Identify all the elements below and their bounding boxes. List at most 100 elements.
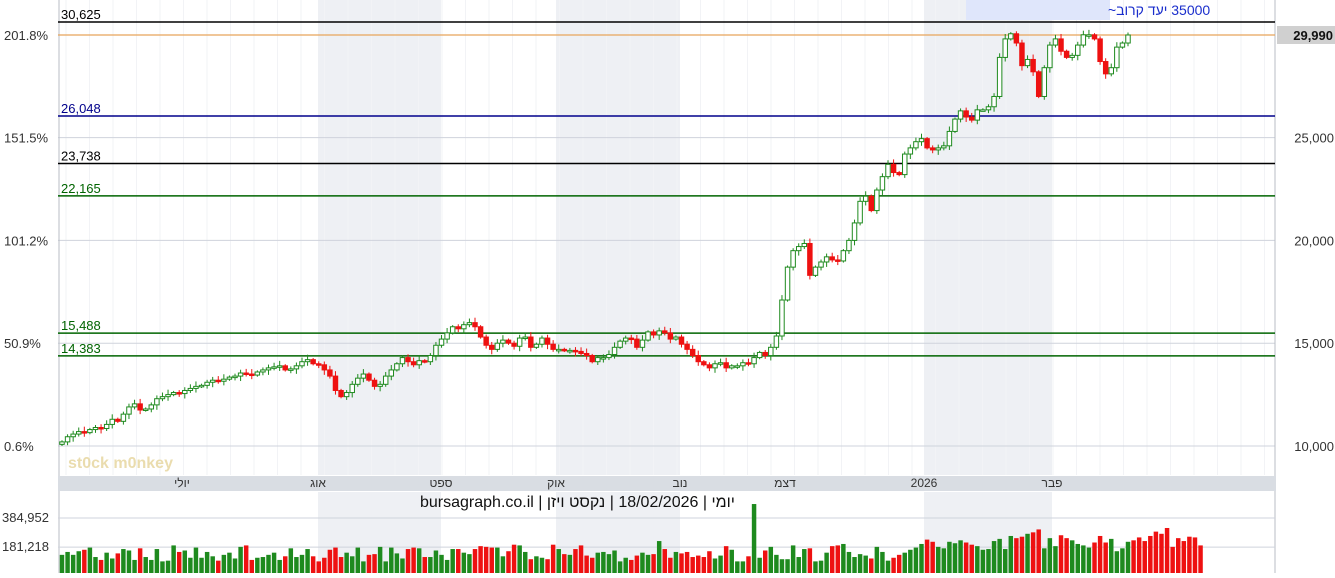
candle-body xyxy=(712,363,718,369)
volume-bar xyxy=(656,541,662,573)
candle-body xyxy=(1030,58,1036,73)
volume-bar xyxy=(506,551,511,573)
volume-bar xyxy=(562,554,567,573)
candle-body xyxy=(1013,33,1020,44)
candle-body xyxy=(165,394,171,398)
candle-body xyxy=(489,344,495,350)
candle-body xyxy=(924,138,930,149)
candle-body xyxy=(801,242,808,248)
volume-bar xyxy=(947,541,952,573)
volume-bar xyxy=(1058,535,1064,573)
candle-body xyxy=(92,426,99,431)
volume-bar xyxy=(283,556,288,573)
volume-bar xyxy=(389,547,394,573)
candle-body xyxy=(120,413,127,422)
candle-body xyxy=(343,392,350,398)
volume-bar xyxy=(1148,535,1153,573)
volume-bar xyxy=(846,551,852,573)
volume-bar xyxy=(908,549,913,573)
candle-body xyxy=(890,163,897,174)
volume-bar xyxy=(790,545,796,573)
volume-bar xyxy=(271,552,277,573)
volume-bar xyxy=(1097,535,1103,573)
candle-body xyxy=(59,441,65,445)
volume-bar xyxy=(796,557,801,573)
candle-body xyxy=(444,332,450,340)
candle-body xyxy=(985,106,992,111)
volume-bar xyxy=(310,556,316,573)
candle-body xyxy=(784,266,791,301)
volume-bar xyxy=(355,547,361,573)
candle-body xyxy=(611,346,618,356)
candle-body xyxy=(779,299,785,337)
candle-body xyxy=(511,342,517,347)
volume-bar xyxy=(740,561,746,573)
candle-body xyxy=(790,250,796,268)
candle-body xyxy=(645,331,651,341)
candle-body xyxy=(656,330,662,336)
candle-body xyxy=(405,357,411,363)
candle-body xyxy=(109,418,115,425)
candle-body xyxy=(857,200,863,224)
candle-body xyxy=(193,385,199,389)
candle-body xyxy=(382,375,389,385)
candle-body xyxy=(494,342,501,350)
candle-body xyxy=(773,335,780,348)
candle-body xyxy=(455,326,461,330)
candle-body xyxy=(689,348,696,357)
volume-bar xyxy=(1131,540,1136,573)
candle-body xyxy=(723,362,729,369)
candle-body xyxy=(996,56,1003,97)
candle-body xyxy=(533,343,540,348)
candle-body xyxy=(622,337,629,342)
target-note-box xyxy=(966,0,1110,20)
volume-bar xyxy=(277,559,282,573)
candle-body xyxy=(868,195,874,212)
candle-body xyxy=(70,433,76,438)
volume-bar xyxy=(383,561,388,573)
volume-bar xyxy=(1053,546,1058,573)
candle-body xyxy=(695,355,701,363)
candle-body xyxy=(466,322,473,326)
volume-bar xyxy=(545,559,550,573)
candle-body xyxy=(879,176,886,191)
volume-bar xyxy=(980,549,986,573)
volume-bar xyxy=(539,557,545,573)
candle-body xyxy=(81,431,88,434)
candle-body xyxy=(840,250,847,262)
candle-body xyxy=(756,351,763,359)
volume-bar xyxy=(65,551,70,573)
volume-bar xyxy=(1086,547,1092,573)
volume-bar xyxy=(617,561,623,573)
candle-body xyxy=(226,376,233,380)
candle-body xyxy=(1019,42,1025,67)
volume-bar xyxy=(941,548,947,573)
volume-bar xyxy=(416,548,422,573)
volume-bar xyxy=(483,546,489,573)
candle-body xyxy=(148,404,155,410)
volume-bar xyxy=(528,559,534,573)
candle-body xyxy=(762,351,768,357)
candle-body xyxy=(1091,34,1098,40)
volume-bar xyxy=(612,550,617,573)
candle-body xyxy=(137,403,143,411)
candle-body xyxy=(103,423,110,430)
volume-bar xyxy=(1181,541,1187,573)
candle-body xyxy=(209,379,216,383)
candle-body xyxy=(717,362,724,365)
candle-body xyxy=(768,346,774,357)
month-label: דצמ xyxy=(774,476,796,490)
volume-bar xyxy=(573,549,578,573)
volume-bar xyxy=(902,552,907,573)
candle-body xyxy=(1008,33,1014,40)
volume-bar xyxy=(1153,531,1159,573)
candle-body xyxy=(662,330,668,334)
candle-body xyxy=(1002,38,1008,58)
volume-bar xyxy=(952,543,958,573)
volume-bar xyxy=(857,554,863,573)
candle-body xyxy=(271,366,277,369)
candle-body xyxy=(539,337,545,345)
candle-body xyxy=(795,246,802,252)
candle-body xyxy=(1058,38,1064,52)
volume-bar xyxy=(1159,533,1164,573)
